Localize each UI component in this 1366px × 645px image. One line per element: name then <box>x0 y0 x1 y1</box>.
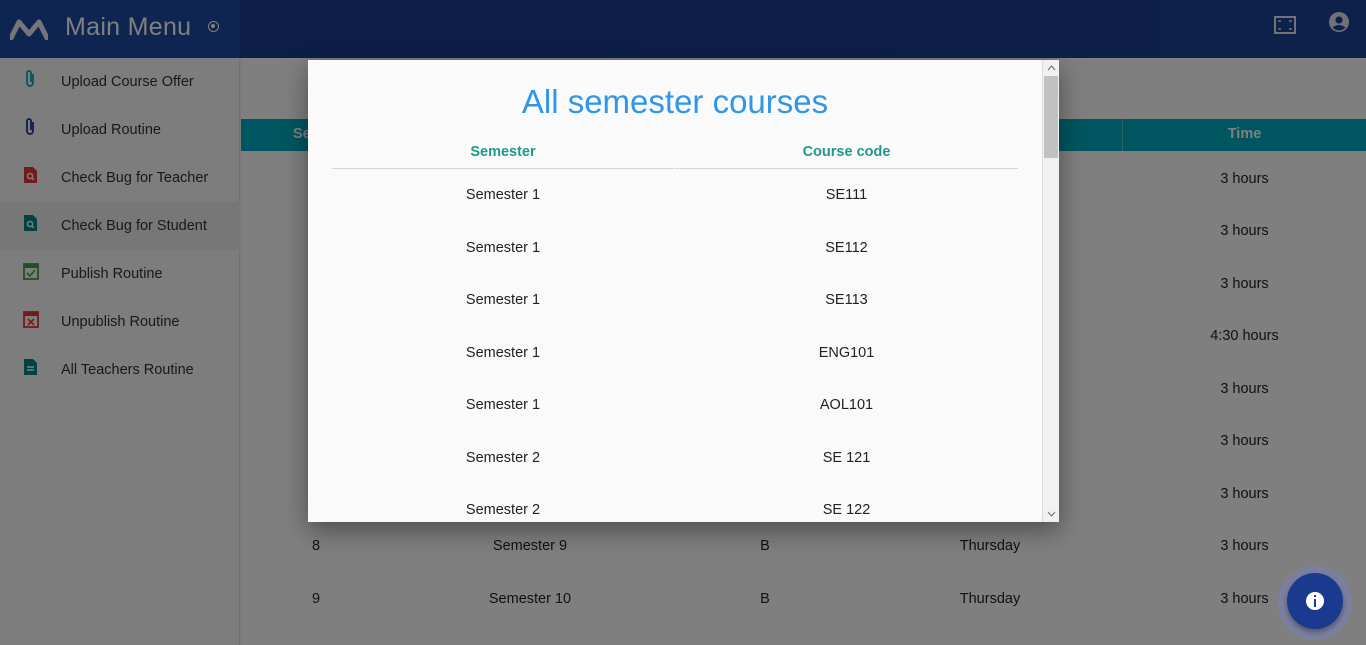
table-cell-semester: Semester 2 <box>465 502 541 518</box>
info-button[interactable] <box>1287 573 1343 629</box>
table-cell-course-code: SE111 <box>825 187 868 203</box>
table-cell-semester: Semester 1 <box>465 292 541 308</box>
table-cell-semester: Semester 1 <box>465 345 541 361</box>
table-cell-course-code: SE112 <box>825 240 868 256</box>
table-cell-semester: Semester 1 <box>465 397 541 413</box>
header-divider <box>332 168 674 169</box>
dialog-scrollbar[interactable] <box>1042 60 1059 522</box>
info-icon <box>1306 592 1324 610</box>
column-header-course-code: Course code <box>802 144 891 160</box>
scroll-down-icon[interactable] <box>1043 506 1059 522</box>
column-header-semester: Semester <box>470 144 536 160</box>
table-cell-course-code: ENG101 <box>818 345 875 361</box>
table-cell-course-code: SE 121 <box>822 450 871 466</box>
table-cell-course-code: SE 122 <box>822 502 871 518</box>
table-cell-semester: Semester 1 <box>465 187 541 203</box>
dialog-title: All semester courses <box>521 83 829 120</box>
table-cell-semester: Semester 1 <box>465 240 541 256</box>
courses-dialog: All semester courses Semester Course cod… <box>308 60 1059 522</box>
table-cell-course-code: SE113 <box>825 292 868 308</box>
header-divider <box>675 168 1018 169</box>
scrollbar-thumb[interactable] <box>1044 76 1058 158</box>
table-cell-course-code: AOL101 <box>819 397 874 413</box>
scroll-up-icon[interactable] <box>1043 60 1059 76</box>
table-cell-semester: Semester 2 <box>465 450 541 466</box>
